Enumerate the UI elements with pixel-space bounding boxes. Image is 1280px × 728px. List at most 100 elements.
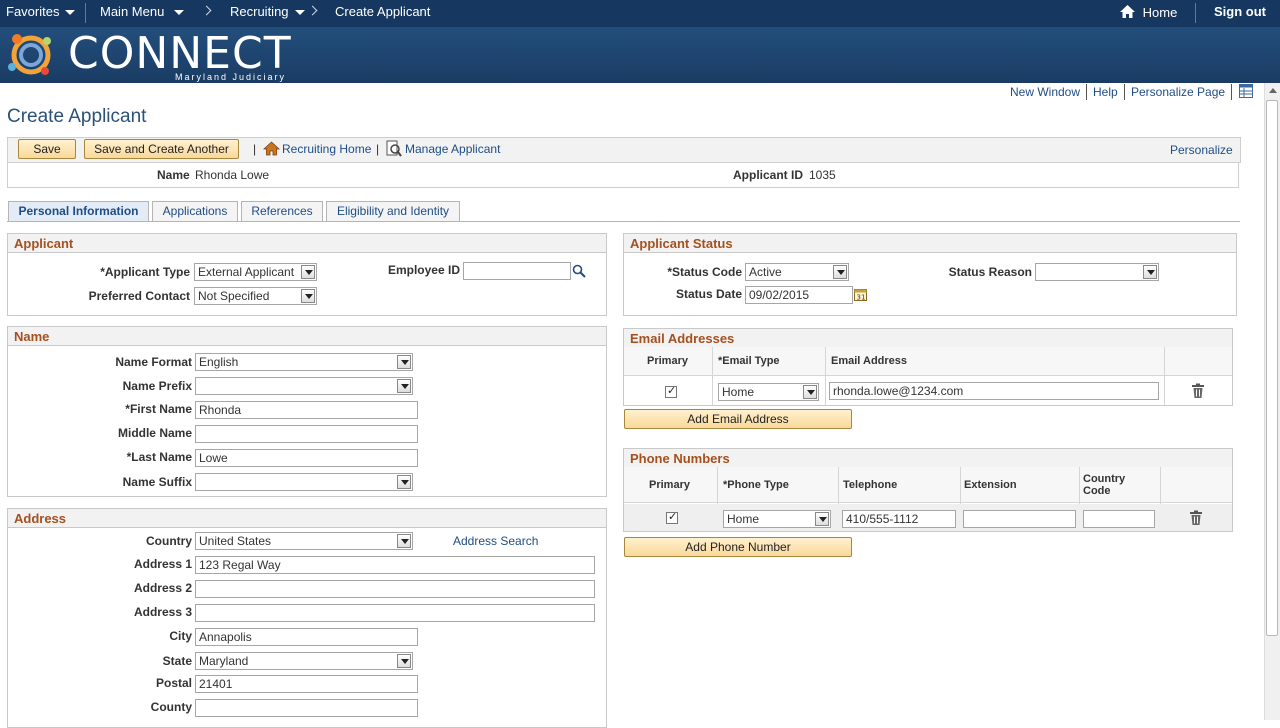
- calendar-icon[interactable]: 31: [854, 288, 867, 301]
- email-address-input[interactable]: rhonda.lowe@1234.com: [829, 382, 1159, 400]
- name-section-title: Name: [8, 327, 606, 346]
- last-name-label: *Last Name: [126, 450, 192, 464]
- save-button[interactable]: Save: [18, 139, 76, 159]
- preferred-contact-select[interactable]: Not Specified: [194, 287, 317, 305]
- main-menu[interactable]: Main Menu: [100, 4, 185, 19]
- dropdown-arrow-icon[interactable]: [815, 512, 829, 526]
- name-format-label: Name Format: [115, 355, 192, 369]
- state-select[interactable]: Maryland: [195, 652, 413, 670]
- name-suffix-select[interactable]: [195, 473, 413, 491]
- manage-applicant-icon: [386, 140, 402, 157]
- postal-input[interactable]: 21401: [195, 675, 418, 693]
- save-and-create-another-button[interactable]: Save and Create Another: [84, 139, 239, 159]
- name-format-select[interactable]: English: [195, 353, 413, 371]
- phone-type-select[interactable]: Home: [723, 510, 831, 528]
- applicant-status-title: Applicant Status: [624, 234, 1236, 253]
- extension-input[interactable]: [963, 510, 1076, 528]
- tab-references[interactable]: References: [241, 201, 323, 222]
- caret-down-icon: [294, 10, 305, 16]
- manage-applicant-link[interactable]: Manage Applicant: [405, 142, 500, 156]
- tab-applications[interactable]: Applications: [152, 201, 238, 222]
- main-menu-label: Main Menu: [100, 4, 165, 19]
- applicant-section-title: Applicant: [8, 234, 606, 253]
- dropdown-arrow-icon[interactable]: [397, 355, 411, 369]
- email-type-select[interactable]: Home: [718, 383, 819, 401]
- country-code-input[interactable]: [1083, 510, 1155, 528]
- favorites-menu[interactable]: Favorites: [6, 4, 76, 19]
- help-link[interactable]: Help: [1093, 85, 1118, 99]
- dropdown-arrow-icon[interactable]: [301, 265, 315, 279]
- address-1-input[interactable]: 123 Regal Way: [195, 556, 595, 574]
- employee-id-input[interactable]: [463, 262, 571, 280]
- applicant-type-label: *Applicant Type: [100, 265, 190, 279]
- phone-section-title: Phone Numbers: [624, 449, 1232, 468]
- dropdown-arrow-icon[interactable]: [397, 379, 411, 393]
- telephone-input[interactable]: 410/555-1112: [842, 510, 956, 528]
- nav-divider: [1195, 3, 1196, 23]
- tab-eligibility-identity[interactable]: Eligibility and Identity: [326, 201, 460, 222]
- dropdown-arrow-icon[interactable]: [397, 654, 411, 668]
- address-search-link[interactable]: Address Search: [453, 534, 538, 548]
- delete-trash-icon[interactable]: [1191, 383, 1205, 399]
- delete-trash-icon[interactable]: [1189, 510, 1203, 526]
- status-code-select[interactable]: Active: [745, 263, 849, 281]
- scrollbar-thumb[interactable]: [1266, 100, 1278, 636]
- first-name-input[interactable]: Rhonda: [195, 401, 418, 419]
- chevron-right-icon: [307, 5, 318, 16]
- country-select[interactable]: United States: [195, 532, 413, 550]
- favorites-label: Favorites: [6, 4, 60, 19]
- name-prefix-label: Name Prefix: [122, 379, 192, 393]
- link-divider: [1124, 84, 1125, 100]
- link-divider: [1231, 84, 1232, 100]
- scroll-up-icon[interactable]: [1269, 88, 1277, 93]
- top-nav-bar: Favorites Main Menu Recruiting Create Ap…: [0, 0, 1280, 27]
- name-summary-value: Rhonda Lowe: [195, 168, 270, 182]
- dropdown-arrow-icon[interactable]: [833, 265, 847, 279]
- brand-subtitle: Maryland Judiciary: [175, 72, 287, 82]
- address-section-title: Address: [8, 509, 606, 528]
- dropdown-arrow-icon[interactable]: [301, 289, 315, 303]
- status-reason-select[interactable]: [1035, 263, 1159, 281]
- dropdown-arrow-icon[interactable]: [1143, 265, 1157, 279]
- home-icon: [1120, 5, 1135, 18]
- tab-personal-information[interactable]: Personal Information: [8, 201, 149, 222]
- status-date-input[interactable]: 09/02/2015: [745, 286, 853, 304]
- personalize-link[interactable]: Personalize: [1170, 143, 1233, 157]
- add-phone-number-button[interactable]: Add Phone Number: [624, 537, 852, 557]
- city-input[interactable]: Annapolis: [195, 628, 418, 646]
- breadcrumb-create-applicant[interactable]: Create Applicant: [335, 4, 430, 19]
- summary-bar: [7, 163, 1239, 188]
- name-prefix-select[interactable]: [195, 377, 413, 395]
- dropdown-arrow-icon[interactable]: [803, 385, 817, 399]
- dropdown-arrow-icon[interactable]: [397, 534, 411, 548]
- name-format-value: English: [199, 355, 239, 369]
- middle-name-input[interactable]: [195, 425, 418, 443]
- email-section-title: Email Addresses: [624, 329, 1232, 348]
- search-icon[interactable]: [572, 264, 586, 278]
- email-primary-checkbox[interactable]: [665, 384, 677, 398]
- address-3-input[interactable]: [195, 604, 595, 622]
- status-reason-label: Status Reason: [948, 265, 1032, 279]
- address-2-input[interactable]: [195, 580, 595, 598]
- connect-logo-icon: [8, 34, 51, 75]
- sign-out-link[interactable]: Sign out: [1214, 4, 1266, 19]
- phone-col-extension: Extension: [964, 479, 1017, 491]
- new-window-link[interactable]: New Window: [1010, 85, 1080, 99]
- page-title: Create Applicant: [7, 106, 147, 127]
- state-label: State: [162, 654, 192, 668]
- county-input[interactable]: [195, 699, 418, 717]
- applicant-type-select[interactable]: External Applicant: [194, 263, 317, 281]
- recruiting-menu[interactable]: Recruiting: [230, 4, 305, 19]
- caret-down-icon: [174, 10, 185, 16]
- dropdown-arrow-icon[interactable]: [397, 475, 411, 489]
- email-type-value: Home: [722, 385, 755, 399]
- last-name-input[interactable]: Lowe: [195, 449, 418, 467]
- personalize-page-link[interactable]: Personalize Page: [1131, 85, 1225, 99]
- recruiting-home-link[interactable]: Recruiting Home: [282, 142, 371, 156]
- home-link[interactable]: Home: [1119, 4, 1177, 20]
- phone-col-telephone: Telephone: [843, 479, 898, 491]
- grid-layout-icon[interactable]: [1239, 84, 1253, 98]
- link-divider: [1086, 84, 1087, 100]
- phone-primary-checkbox[interactable]: [666, 510, 678, 524]
- add-email-address-button[interactable]: Add Email Address: [624, 409, 852, 429]
